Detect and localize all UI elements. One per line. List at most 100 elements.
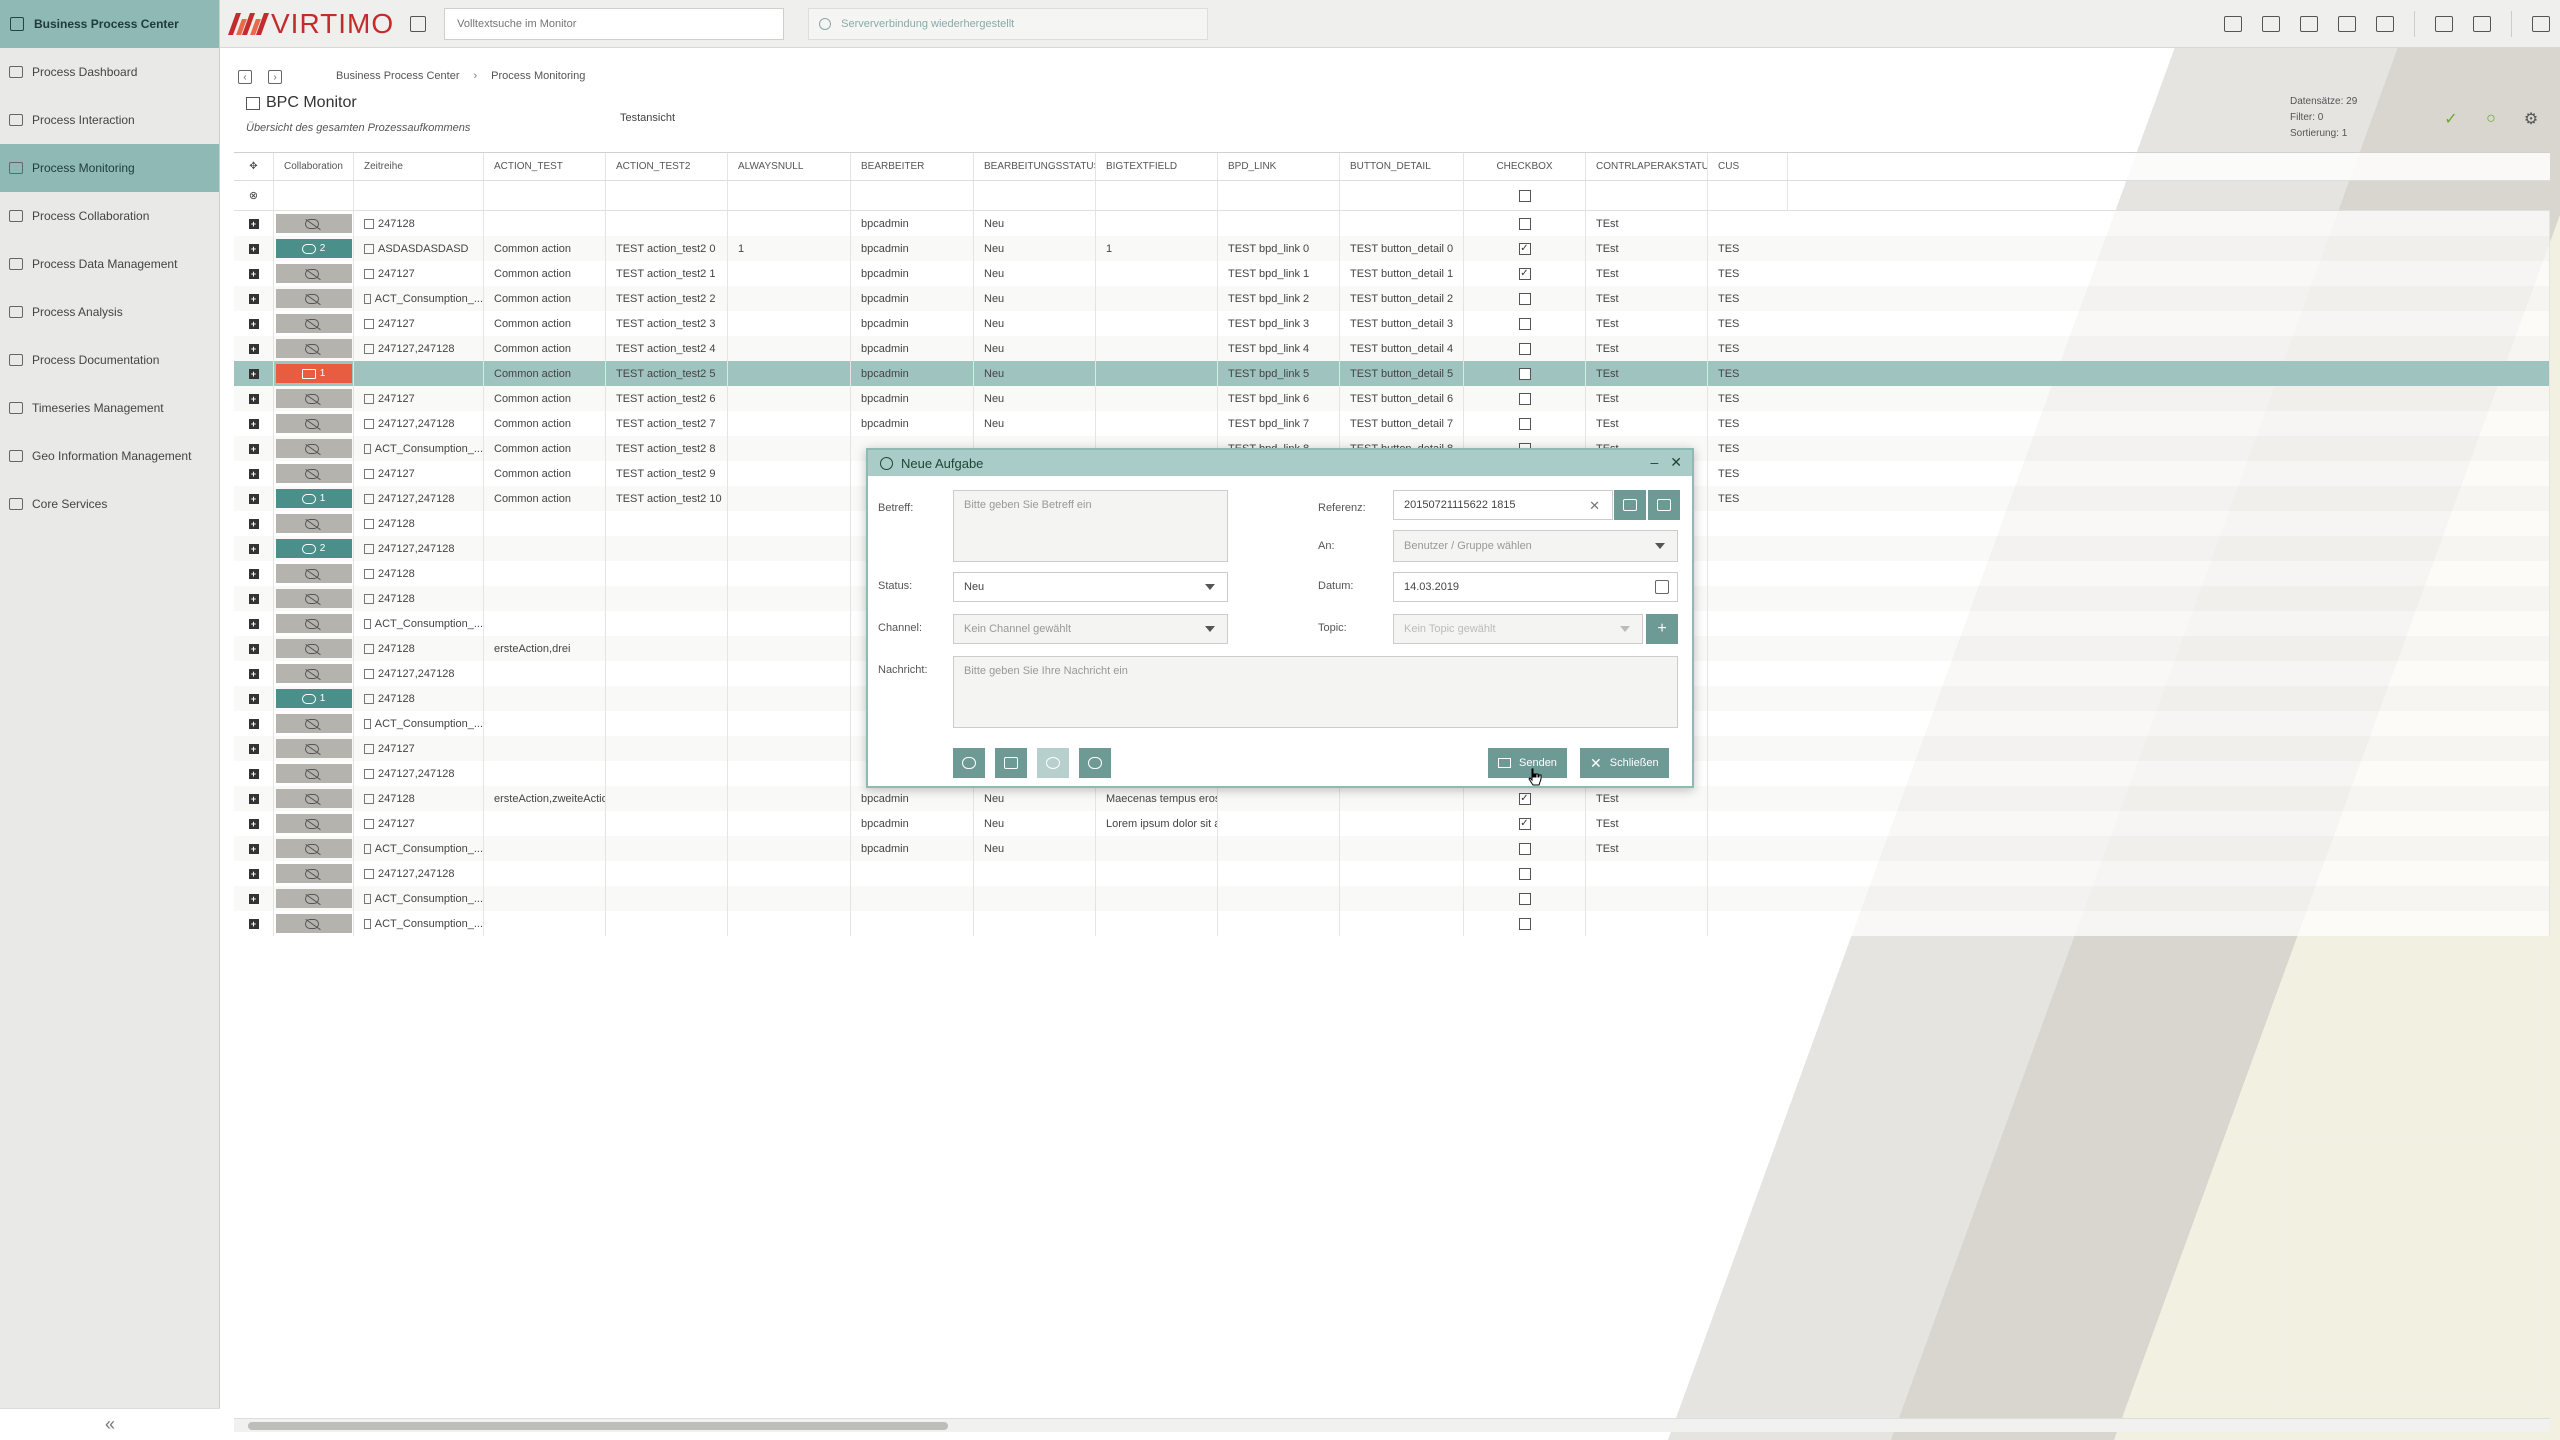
column-filter[interactable] (484, 181, 606, 210)
collaboration-badge[interactable] (275, 889, 352, 908)
external-link-icon[interactable] (364, 493, 374, 504)
clear-filter-icon[interactable]: ⊗ (234, 181, 274, 210)
collaboration-badge[interactable] (275, 589, 352, 608)
menu-icon[interactable] (2532, 16, 2550, 32)
column-filter[interactable] (354, 181, 484, 210)
external-link-icon[interactable] (364, 668, 374, 679)
expand-row-icon[interactable]: + (248, 818, 259, 829)
forward-arrow-icon[interactable]: › (268, 70, 282, 84)
external-link-icon[interactable] (364, 768, 374, 779)
add-topic-button[interactable]: + (1646, 614, 1678, 644)
collaboration-badge[interactable] (275, 839, 352, 858)
external-link-icon[interactable] (364, 293, 371, 304)
expand-row-icon[interactable]: + (248, 618, 259, 629)
sidebar-collapse-button[interactable]: « (0, 1408, 220, 1440)
external-link-icon[interactable] (364, 243, 374, 254)
fulltext-search-input[interactable] (444, 7, 785, 40)
scrollbar-thumb[interactable] (248, 1422, 948, 1430)
table-row[interactable]: +247128 bpcadmin Neu TEst (234, 211, 2550, 236)
expand-row-icon[interactable]: + (248, 668, 259, 679)
external-link-icon[interactable] (364, 393, 374, 404)
column-header[interactable]: BIGTEXTFIELD (1096, 153, 1218, 180)
external-link-icon[interactable] (364, 893, 371, 904)
column-header[interactable]: BPD_LINK (1218, 153, 1340, 180)
collaboration-badge[interactable] (275, 764, 352, 783)
column-filter[interactable] (1586, 181, 1708, 210)
expand-row-icon[interactable]: + (248, 368, 259, 379)
expand-row-icon[interactable]: + (248, 318, 259, 329)
collaboration-badge[interactable] (275, 814, 352, 833)
recipient-select[interactable]: Benutzer / Gruppe wählen (1393, 530, 1678, 562)
table-row[interactable]: + ACT_Consumption_... Common action TEST ac… (234, 286, 2550, 311)
open-reference-button[interactable] (1648, 490, 1680, 520)
sidebar-item-process-collaboration[interactable]: Process Collaboration (0, 192, 219, 240)
collaboration-badge[interactable] (275, 414, 352, 433)
collaboration-badge[interactable]: 1 (275, 364, 352, 383)
link-reference-button[interactable] (1614, 490, 1646, 520)
breadcrumb-item[interactable]: Business Process Center (336, 70, 460, 82)
collaboration-badge[interactable] (275, 264, 352, 283)
column-filter[interactable] (1708, 181, 1788, 210)
table-row[interactable]: +247127,247128 (234, 861, 2550, 886)
filter-checkbox[interactable] (1518, 189, 1531, 202)
collaboration-badge[interactable] (275, 439, 352, 458)
collaboration-badge[interactable] (275, 464, 352, 483)
column-header[interactable]: ACTION_TEST2 (606, 153, 728, 180)
horizontal-scrollbar[interactable] (234, 1418, 2550, 1432)
reference-input[interactable]: 20150721115622 1815 ✕ (1393, 490, 1613, 520)
column-filter[interactable] (851, 181, 974, 210)
expand-row-icon[interactable]: + (248, 893, 259, 904)
external-link-icon[interactable] (364, 468, 374, 479)
row-checkbox[interactable]: ✓ (1518, 242, 1531, 255)
collaboration-badge[interactable] (275, 914, 352, 933)
row-checkbox[interactable] (1518, 417, 1531, 430)
bell-icon[interactable] (2435, 16, 2453, 32)
table-row[interactable]: + ACT_Consumption_... (234, 911, 2550, 936)
column-header[interactable]: BEARBEITER (851, 153, 974, 180)
topic-select[interactable]: Kein Topic gewählt (1393, 614, 1643, 644)
expand-row-icon[interactable]: + (248, 843, 259, 854)
message-textarea[interactable]: Bitte geben Sie Ihre Nachricht ein (953, 656, 1678, 728)
collaboration-badge[interactable] (275, 714, 352, 733)
external-link-icon[interactable] (364, 743, 374, 754)
external-link-icon[interactable] (364, 568, 374, 579)
table-row[interactable]: +247127 bpcadmin Neu Lorem ipsum dolor sit … (234, 811, 2550, 836)
sidebar-item-timeseries-management[interactable]: Timeseries Management (0, 384, 219, 432)
expand-row-icon[interactable]: + (248, 518, 259, 529)
sidebar-item-geo-information-management[interactable]: Geo Information Management (0, 432, 219, 480)
table-row[interactable]: +247128 ersteAction,zweiteAction,drei bpca… (234, 786, 2550, 811)
collaboration-badge[interactable] (275, 339, 352, 358)
list-filter-icon[interactable] (2262, 16, 2280, 32)
external-link-icon[interactable] (364, 643, 374, 654)
calendar-icon[interactable] (410, 15, 427, 32)
expand-row-icon[interactable]: + (248, 643, 259, 654)
status-select[interactable]: Neu (953, 572, 1228, 602)
row-checkbox[interactable] (1518, 917, 1531, 930)
close-button[interactable]: ✕ Schließen (1580, 748, 1669, 778)
row-checkbox[interactable]: ✓ (1518, 792, 1531, 805)
collaboration-badge[interactable]: 1 (275, 489, 352, 508)
external-link-icon[interactable] (364, 518, 374, 529)
external-link-icon[interactable] (364, 793, 374, 804)
sidebar-item-process-data-management[interactable]: Process Data Management (0, 240, 219, 288)
gear-icon[interactable]: ⚙ (2522, 110, 2540, 128)
back-arrow-icon[interactable]: ‹ (238, 70, 252, 84)
row-checkbox[interactable]: ✓ (1518, 267, 1531, 280)
collaboration-badge[interactable] (275, 514, 352, 533)
sidebar-item-process-monitoring[interactable]: Process Monitoring (0, 144, 219, 192)
collaboration-badge[interactable] (275, 314, 352, 333)
table-row[interactable]: +2 ASDASDASDASD Common action TEST action_t… (234, 236, 2550, 261)
expand-row-icon[interactable]: + (248, 243, 259, 254)
collaboration-badge[interactable]: 1 (275, 689, 352, 708)
chat-type-button[interactable] (953, 748, 985, 778)
sidebar-brand[interactable]: Business Process Center (0, 0, 219, 48)
user-icon[interactable] (2300, 16, 2318, 32)
close-icon[interactable]: ✕ (1670, 454, 1682, 471)
sidebar-item-process-interaction[interactable]: Process Interaction (0, 96, 219, 144)
external-link-icon[interactable] (364, 718, 371, 729)
table-row[interactable]: +247127,247128 Common action TEST action_t… (234, 411, 2550, 436)
expand-row-icon[interactable]: + (248, 743, 259, 754)
table-row[interactable]: +247127 Common action TEST action_test2 1 b… (234, 261, 2550, 286)
row-checkbox[interactable] (1518, 392, 1531, 405)
sidebar-item-core-services[interactable]: Core Services (0, 480, 219, 528)
